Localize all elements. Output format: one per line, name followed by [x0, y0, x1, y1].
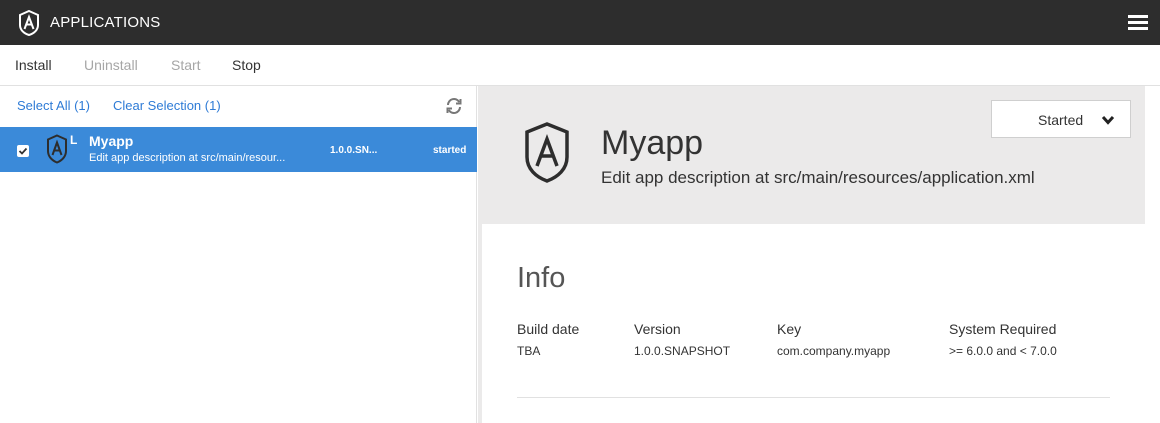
- install-button[interactable]: Install: [15, 57, 52, 73]
- build-date-label: Build date: [517, 321, 580, 337]
- key-label: Key: [777, 321, 802, 337]
- app-logo-icon: [525, 122, 569, 183]
- status-dropdown[interactable]: Started: [991, 100, 1131, 138]
- row-checkbox[interactable]: [17, 145, 29, 157]
- uninstall-button[interactable]: Uninstall: [84, 57, 138, 73]
- app-version: 1.0.0.SN...: [330, 145, 378, 156]
- app-name: Myapp: [89, 133, 134, 149]
- info-card: Info Build date TBA Version 1.0.0.SNAPSH…: [482, 224, 1145, 423]
- top-bar: APPLICATIONS: [0, 0, 1160, 45]
- refresh-icon[interactable]: [445, 97, 463, 115]
- version-column: Version 1.0.0.SNAPSHOT: [634, 321, 730, 358]
- start-button[interactable]: Start: [171, 57, 201, 73]
- detail-app-name: Myapp: [601, 124, 704, 162]
- selection-bar: Select All (1) Clear Selection (1): [0, 86, 477, 126]
- app-logo-icon: [47, 134, 67, 164]
- chevron-down-icon: [1101, 115, 1115, 125]
- key-column: Key com.company.myapp: [777, 321, 890, 358]
- system-required-column: System Required >= 6.0.0 and < 7.0.0: [949, 321, 1057, 358]
- clear-selection-link[interactable]: Clear Selection (1): [113, 98, 221, 113]
- page-title: APPLICATIONS: [50, 14, 161, 31]
- app-list-pane: Select All (1) Clear Selection (1) L Mya…: [0, 86, 477, 423]
- scrollbar[interactable]: [1145, 86, 1160, 423]
- select-all-link[interactable]: Select All (1): [17, 98, 90, 113]
- divider: [517, 397, 1110, 398]
- build-date-value: TBA: [517, 344, 541, 358]
- info-title: Info: [517, 262, 566, 294]
- key-value: com.company.myapp: [777, 344, 891, 358]
- detail-app-description: Edit app description at src/main/resourc…: [601, 168, 1035, 187]
- version-value: 1.0.0.SNAPSHOT: [634, 344, 731, 358]
- hamburger-menu-icon[interactable]: [1128, 15, 1148, 31]
- detail-header: Myapp Edit app description at src/main/r…: [478, 86, 1160, 224]
- build-date-column: Build date TBA: [517, 321, 579, 358]
- system-required-label: System Required: [949, 321, 1057, 337]
- stop-button[interactable]: Stop: [232, 57, 261, 73]
- system-required-value: >= 6.0.0 and < 7.0.0: [949, 344, 1057, 358]
- app-status: started: [433, 145, 467, 156]
- status-dropdown-value: Started: [1038, 112, 1084, 128]
- toolbar: Install Uninstall Start Stop: [0, 45, 1160, 86]
- list-item[interactable]: L Myapp Edit app description at src/main…: [0, 127, 477, 172]
- app-detail-pane: Myapp Edit app description at src/main/r…: [478, 86, 1160, 423]
- app-logo-icon: [19, 10, 39, 36]
- app-description: Edit app description at src/main/resour.…: [89, 152, 286, 164]
- version-label: Version: [634, 321, 681, 337]
- app-type-letter: L: [70, 133, 78, 147]
